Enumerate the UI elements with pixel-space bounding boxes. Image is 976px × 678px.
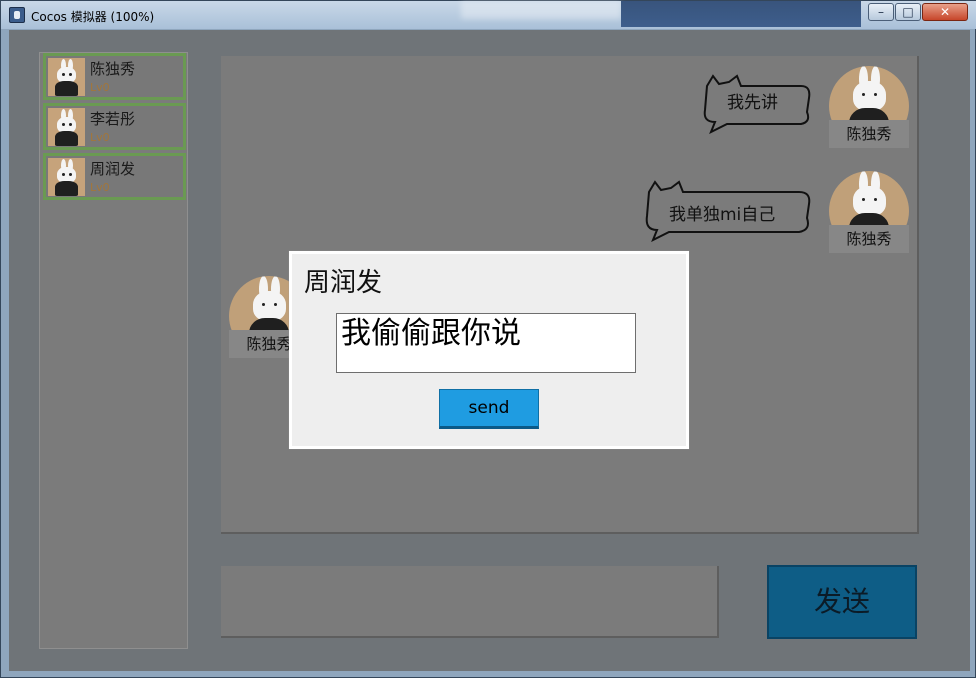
message-text: 我先讲 <box>727 93 778 113</box>
rabbit-avatar-icon <box>48 108 85 146</box>
rabbit-avatar-icon <box>48 158 85 196</box>
dialog-message-input[interactable]: 我偷偷跟你说 <box>336 313 636 373</box>
message-avatar: 陈独秀 <box>829 171 909 255</box>
title-bar[interactable]: Cocos 模拟器 (100%) – □ ✕ <box>1 1 976 29</box>
private-message-dialog: 周润发 我偷偷跟你说 send <box>289 251 689 449</box>
friend-level: Lv0 <box>90 131 110 144</box>
message-input[interactable] <box>221 566 719 638</box>
friend-level: Lv0 <box>90 181 110 194</box>
chat-bubble: 我单独mi自己 <box>639 180 815 242</box>
sender-name: 陈独秀 <box>829 225 909 253</box>
sender-name: 陈独秀 <box>829 120 909 148</box>
dialog-title: 周润发 <box>304 268 383 298</box>
message-text: 我单独mi自己 <box>669 205 776 225</box>
cocos-app-icon <box>9 7 25 23</box>
minimize-button[interactable]: – <box>868 3 894 21</box>
chat-bubble: 我先讲 <box>697 74 815 134</box>
friend-item[interactable]: 周润发 Lv0 <box>43 153 186 200</box>
title-bar-blur <box>461 1 621 19</box>
friend-name: 李若彤 <box>90 110 136 128</box>
send-button[interactable]: 发送 <box>767 565 917 639</box>
close-button[interactable]: ✕ <box>922 3 968 21</box>
dialog-send-button[interactable]: send <box>439 389 539 429</box>
friend-name: 周润发 <box>90 160 136 178</box>
friend-item[interactable]: 李若彤 Lv0 <box>43 103 186 150</box>
friend-name: 陈独秀 <box>90 60 136 78</box>
window-title: Cocos 模拟器 (100%) <box>31 10 155 24</box>
simulator-window: Cocos 模拟器 (100%) – □ ✕ 陈独秀 Lv0 李若彤 Lv0 周… <box>0 0 976 678</box>
friend-level: Lv0 <box>90 81 110 94</box>
title-bar-background <box>621 1 861 27</box>
maximize-button[interactable]: □ <box>895 3 921 21</box>
message-avatar: 陈独秀 <box>829 66 909 150</box>
rabbit-avatar-icon <box>48 58 85 96</box>
friend-item[interactable]: 陈独秀 Lv0 <box>43 53 186 100</box>
friend-list: 陈独秀 Lv0 李若彤 Lv0 周润发 Lv0 <box>39 52 188 649</box>
